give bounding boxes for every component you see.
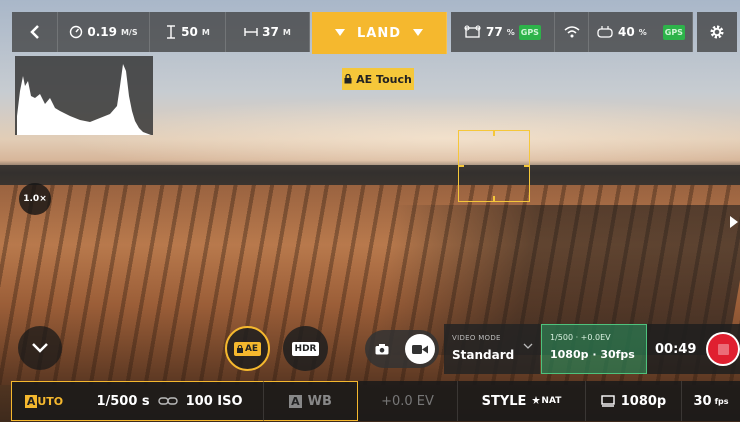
back-button[interactable] <box>12 12 58 52</box>
video-camera-icon <box>412 344 428 354</box>
chevron-down-icon <box>32 343 48 353</box>
histogram-graph <box>17 64 151 135</box>
style-icon <box>532 395 541 404</box>
hdr-label: HDR <box>291 341 320 356</box>
photo-camera-icon <box>375 344 389 355</box>
wifi-indicator <box>555 12 589 52</box>
video-mode-value: Standard <box>452 348 515 362</box>
ae-lock-button[interactable]: AE <box>225 326 270 371</box>
distance-value: 37 <box>262 25 279 39</box>
drone-battery-icon <box>464 25 481 38</box>
device-gps-badge: GPS <box>662 24 685 40</box>
device-battery-unit: % <box>638 27 647 37</box>
auto-mode-button[interactable]: A UTO <box>11 381 76 421</box>
ae-lock-label: AE <box>244 343 259 354</box>
speed-readout: 0.19 M/S <box>58 12 150 52</box>
drone-battery-value: 77 <box>486 25 503 39</box>
fps-button[interactable]: 30 fps <box>682 381 740 421</box>
controller-status: 40% GPS <box>589 12 693 52</box>
wifi-icon <box>564 26 579 38</box>
drone-battery-unit: % <box>506 27 515 37</box>
fps-unit: fps <box>714 396 729 406</box>
controller-icon <box>597 26 613 38</box>
camera-mode-toggle[interactable] <box>365 330 439 368</box>
record-panel: 00:49 <box>647 324 740 374</box>
speedometer-icon <box>70 25 83 39</box>
resolution-value: 1080p <box>620 393 667 409</box>
histogram <box>15 56 153 135</box>
land-label: LAND <box>356 25 401 41</box>
camera-feed[interactable]: 0.19 M/S 50 M 37 M LAND 77% GPS 40% GPS AE … <box>0 0 740 422</box>
drone-gps-badge: GPS <box>518 24 541 40</box>
zoom-button[interactable]: 1.0× <box>19 183 51 215</box>
land-button[interactable]: LAND <box>312 12 447 54</box>
distance-unit: M <box>282 27 291 37</box>
focus-tick-top <box>493 130 495 136</box>
record-button[interactable] <box>706 332 740 366</box>
resolution-button[interactable]: 1080p <box>586 381 682 421</box>
recording-settings-panel[interactable]: 1/500 · +0.0EV 1080p · 30fps <box>541 324 647 374</box>
device-battery-value: 40 <box>618 25 635 39</box>
ev-button[interactable]: +0.0 EV <box>358 381 458 421</box>
video-mode-selector[interactable]: VIDEO MODE Standard <box>444 324 540 374</box>
stop-icon <box>717 343 729 355</box>
ae-focus-box[interactable] <box>458 130 530 202</box>
white-balance-button[interactable]: A WB <box>264 381 358 421</box>
style-value-badge: NAT <box>532 395 562 407</box>
focus-tick-bottom <box>493 196 495 202</box>
chevron-left-icon <box>29 25 39 39</box>
video-mode-knob <box>405 334 435 364</box>
auto-rest: UTO <box>37 394 64 408</box>
ae-touch-badge: AE Touch <box>342 68 414 90</box>
shutter-value: 1/500 s <box>96 393 150 409</box>
ae-lock-badge: AE <box>233 341 262 356</box>
auto-letter: A <box>24 394 38 408</box>
lock-icon <box>344 74 352 84</box>
chevron-down-icon <box>523 343 533 349</box>
speed-unit: M/S <box>120 27 138 37</box>
settings-button[interactable] <box>697 12 737 52</box>
triangle-down-icon <box>334 29 345 36</box>
record-timer: 00:49 <box>655 341 697 357</box>
collapse-button[interactable] <box>18 326 62 370</box>
altitude-value: 50 <box>181 25 198 39</box>
ae-touch-label: AE Touch <box>356 72 412 86</box>
side-panel-handle[interactable] <box>727 205 740 239</box>
altitude-readout: 50 M <box>150 12 226 52</box>
focus-tick-right <box>524 165 530 167</box>
zoom-label: 1.0× <box>23 194 47 204</box>
fps-value: 30 <box>693 393 712 409</box>
wb-letter: A <box>289 394 302 408</box>
triangle-down-icon <box>413 29 423 36</box>
rec-info-top: 1/500 · +0.0EV <box>550 333 611 342</box>
altitude-icon <box>167 25 176 39</box>
hdr-button[interactable]: HDR <box>283 326 328 371</box>
triangle-right-icon <box>729 216 738 228</box>
video-mode-caption: VIDEO MODE <box>452 334 501 342</box>
altitude-unit: M <box>201 27 210 37</box>
style-button[interactable]: STYLE NAT <box>458 381 586 421</box>
lock-icon <box>236 344 243 353</box>
drone-status[interactable]: 77% GPS <box>451 12 555 52</box>
style-value: NAT <box>541 396 562 406</box>
style-label: STYLE <box>481 393 527 409</box>
rec-info-bottom: 1080p · 30fps <box>550 348 635 361</box>
iso-value: 100 ISO <box>185 393 243 409</box>
link-icon <box>157 397 178 405</box>
distance-icon <box>244 28 258 36</box>
ev-value: +0.0 EV <box>381 393 434 409</box>
distance-readout: 37 M <box>226 12 310 52</box>
focus-tick-left <box>458 165 464 167</box>
exposure-settings[interactable]: 1/500 s 100 ISO <box>76 381 264 421</box>
speed-value: 0.19 <box>87 25 117 39</box>
wb-label: WB <box>307 393 332 409</box>
resolution-icon <box>601 395 615 407</box>
gear-icon <box>710 25 724 39</box>
